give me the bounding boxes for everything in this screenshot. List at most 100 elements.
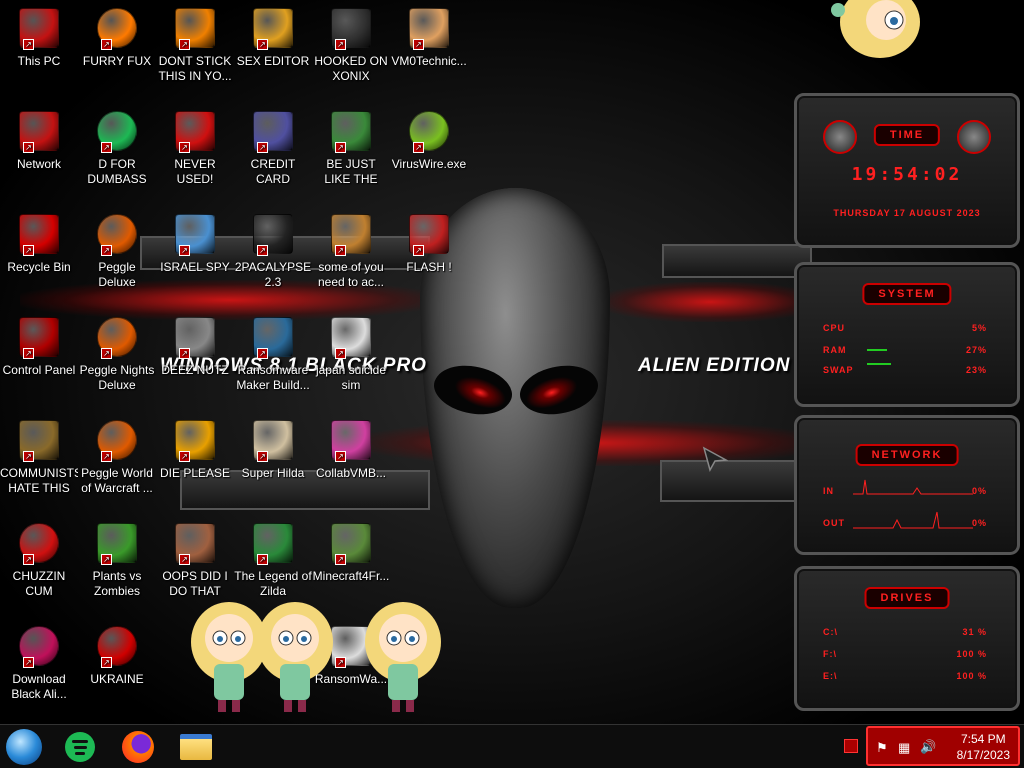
volume-icon[interactable]: 🔊 bbox=[920, 739, 936, 755]
desktop-icon-label: The Legend of Zilda bbox=[234, 569, 312, 598]
net-in-value: 0% bbox=[971, 486, 987, 496]
taskbar-clock[interactable]: 7:54 PM 8/17/2023 bbox=[957, 731, 1010, 763]
shortcut-arrow-icon: ↗ bbox=[101, 39, 112, 50]
ram-graph bbox=[867, 349, 887, 351]
desktop-icon-vm0technic[interactable]: ↗ VM0Technic... bbox=[390, 4, 468, 69]
start-button[interactable] bbox=[4, 729, 44, 765]
desktop-icon-oops-did-i[interactable]: ↗ OOPS DID I DO THAT bbox=[156, 519, 234, 599]
desktop-icon-network[interactable]: ↗ Network bbox=[0, 107, 78, 172]
system-tray: ⚑ ▦ 🔊 7:54 PM 8/17/2023 bbox=[866, 726, 1020, 766]
time-widget-clock: 19:54:02 bbox=[851, 164, 963, 185]
alienware-icon: ↗ bbox=[15, 622, 63, 670]
start-orb-icon bbox=[6, 729, 42, 765]
desktop-icon-this-pc[interactable]: ↗ This PC bbox=[0, 4, 78, 69]
taskbar-explorer-button[interactable] bbox=[176, 729, 216, 765]
desktop-icon-label: HOOKED ON XONIX bbox=[314, 54, 388, 83]
shortcut-arrow-icon: ↗ bbox=[23, 142, 34, 153]
shortcut-arrow-icon: ↗ bbox=[101, 348, 112, 359]
desktop-icon-flash[interactable]: ↗ FLASH ! bbox=[390, 210, 468, 275]
desktop-icon-label: OOPS DID I DO THAT bbox=[162, 569, 228, 598]
chuzzle-icon: ↗ bbox=[15, 519, 63, 567]
desktop-icon-never-used[interactable]: ↗ NEVER USED! bbox=[156, 107, 234, 187]
desktop-icon-be-just-like[interactable]: ↗ BE JUST LIKE THE DUDE! bbox=[312, 107, 390, 187]
desktop-icon-label: D FOR DUMBASS bbox=[87, 157, 147, 186]
taskbar-spotify-button[interactable] bbox=[60, 729, 100, 765]
desktop-icon-minecraft4fr[interactable]: ↗ Minecraft4Fr... bbox=[312, 519, 390, 584]
desktop-icon-ukraine[interactable]: ↗ UKRAINE bbox=[78, 622, 156, 687]
system-widget: SYSTEM CPU 5% RAM 27% SWAP 23% bbox=[794, 262, 1020, 407]
desktop-icon-communists[interactable]: ↗ COMMUNISTS HATE THIS G... bbox=[0, 416, 78, 496]
desktop-icon-viruswire[interactable]: ↗ VirusWire.exe bbox=[390, 107, 468, 172]
drives-widget: DRIVES C:\ 31 % F:\ 100 % E:\ 100 % bbox=[794, 566, 1020, 711]
drive-c-value: 31 % bbox=[962, 627, 987, 637]
desktop-icon-2pacalypse[interactable]: ↗ 2PACALYPSE 2.3 bbox=[234, 210, 312, 290]
swap-value: 23% bbox=[965, 365, 987, 375]
firefox-icon: ↗ bbox=[93, 4, 141, 52]
desktop-icon-label: CHUZZIN CUM bbox=[12, 569, 66, 598]
plant-icon: ↗ bbox=[93, 519, 141, 567]
desktop-icon-credit-card[interactable]: ↗ CREDIT CARD CHECKER bbox=[234, 107, 312, 187]
desktop-icon-control-panel[interactable]: ↗ Control Panel bbox=[0, 313, 78, 378]
desktop-icon-label: DEEZ NUTZ bbox=[161, 363, 229, 377]
network-tray-icon[interactable]: ▦ bbox=[898, 740, 910, 756]
wallpaper-bar bbox=[660, 460, 810, 502]
shortcut-arrow-icon: ↗ bbox=[335, 451, 346, 462]
desktop-icon-peggle-world[interactable]: ↗ Peggle World of Warcraft ... bbox=[78, 416, 156, 496]
credit-card-icon: ↗ bbox=[249, 107, 297, 155]
action-center-flag-icon[interactable]: ⚑ bbox=[876, 740, 888, 756]
doctor-icon: ↗ bbox=[405, 4, 453, 52]
shortcut-arrow-icon: ↗ bbox=[257, 142, 268, 153]
taskbar-firefox-button[interactable] bbox=[118, 729, 158, 765]
cartoon-character-pet[interactable] bbox=[362, 598, 444, 716]
desktop-icon-label: Peggle World of Warcraft ... bbox=[81, 466, 153, 495]
desktop-icon-furry-fux[interactable]: ↗ FURRY FUX bbox=[78, 4, 156, 69]
window-stack-icon: ↗ bbox=[171, 313, 219, 361]
net-in-label: IN bbox=[823, 486, 834, 496]
desktop-icon-recycle-bin[interactable]: ↗ Recycle Bin bbox=[0, 210, 78, 275]
network-widget-title: NETWORK bbox=[855, 444, 959, 466]
cartoon-character-pet[interactable] bbox=[254, 598, 336, 716]
cpu-label: CPU bbox=[823, 323, 846, 333]
desktop-icon-some-of-you[interactable]: ↗ some of you need to ac... bbox=[312, 210, 390, 290]
shortcut-arrow-icon: ↗ bbox=[179, 451, 190, 462]
firefox-icon bbox=[122, 731, 154, 763]
desktop-icon-die-please[interactable]: ↗ DIE PLEASE bbox=[156, 416, 234, 481]
net-out-label: OUT bbox=[823, 518, 845, 528]
desktop-icon-sex-editor[interactable]: ↗ SEX EDITOR bbox=[234, 4, 312, 69]
desktop-icon-label: Control Panel bbox=[2, 363, 76, 377]
system-row-cpu: CPU 5% bbox=[823, 323, 987, 333]
desktop-icon-hooked-on-xonix[interactable]: ↗ HOOKED ON XONIX bbox=[312, 4, 390, 84]
shortcut-arrow-icon: ↗ bbox=[179, 554, 190, 565]
desktop-icon-d-for-dumbass[interactable]: ↗ D FOR DUMBASS bbox=[78, 107, 156, 187]
desktop-icon-peggle-nights[interactable]: ↗ Peggle Nights Deluxe bbox=[78, 313, 156, 393]
desktop-icon-label: Peggle Deluxe bbox=[98, 260, 136, 289]
desktop-icon-super-hilda[interactable]: ↗ Super Hilda bbox=[234, 416, 312, 481]
desktop-icon-dont-stick[interactable]: ↗ DONT STICK THIS IN YO... bbox=[156, 4, 234, 84]
shortcut-arrow-icon: ↗ bbox=[23, 245, 34, 256]
desktop-icon-collabvmb[interactable]: ↗ CollabVMB... bbox=[312, 416, 390, 481]
shortcut-arrow-icon: ↗ bbox=[101, 657, 112, 668]
desktop-icon-ransomware-maker[interactable]: ↗ Ransomware Maker Build... bbox=[234, 313, 312, 393]
time-widget-title: TIME bbox=[873, 124, 941, 146]
pixel-cat-icon: ↗ bbox=[249, 416, 297, 464]
desktop-icon-download-black-ali[interactable]: ↗ Download Black Ali... bbox=[0, 622, 78, 702]
network-widget: NETWORK IN 0% OUT 0% bbox=[794, 415, 1020, 555]
show-hidden-icons-button[interactable] bbox=[844, 739, 858, 753]
desktop-icon-label: Recycle Bin bbox=[7, 260, 71, 274]
desktop-icon-label: some of you need to ac... bbox=[317, 260, 385, 289]
desktop-icon-deez-nutz[interactable]: ↗ DEEZ NUTZ bbox=[156, 313, 234, 378]
system-row-ram: RAM 27% bbox=[823, 345, 987, 355]
desktop-icon-legend-of-zilda[interactable]: ↗ The Legend of Zilda bbox=[234, 519, 312, 599]
cartoon-character-pet[interactable] bbox=[826, 0, 922, 60]
desktop-icon-label: FLASH ! bbox=[406, 260, 452, 274]
shortcut-arrow-icon: ↗ bbox=[335, 245, 346, 256]
shortcut-arrow-icon: ↗ bbox=[257, 245, 268, 256]
desktop-icon-peggle-deluxe[interactable]: ↗ Peggle Deluxe bbox=[78, 210, 156, 290]
desktop-icon-label: Peggle Nights Deluxe bbox=[79, 363, 155, 392]
drive-f-label: F:\ bbox=[823, 649, 837, 659]
desktop-icon-israel-spy[interactable]: ↗ ISRAEL SPY bbox=[156, 210, 234, 275]
desktop-icon-japan-suicide[interactable]: ↗ japan suicide sim bbox=[312, 313, 390, 393]
desktop-icon-plants-vs-zombies[interactable]: ↗ Plants vs Zombies bbox=[78, 519, 156, 599]
desktop-icon-chuzzin[interactable]: ↗ CHUZZIN CUM bbox=[0, 519, 78, 599]
file-icon: ↗ bbox=[327, 313, 375, 361]
